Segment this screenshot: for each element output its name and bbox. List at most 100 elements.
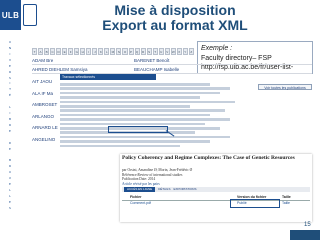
alphabet-letter[interactable]: S bbox=[146, 48, 152, 55]
vertical-text-letter: R bbox=[8, 122, 12, 127]
author-link[interactable]: ARNARD LE bbox=[32, 122, 60, 134]
highlight-box bbox=[230, 199, 280, 208]
publication-text-line bbox=[60, 122, 205, 126]
vertical-text-letter: L bbox=[9, 105, 11, 110]
record-tabs: ACCÈS EN LIGNE DÉTAILS EXPORTATIONS bbox=[122, 187, 310, 192]
record-title: Policy Coherency and Regime Complexes: T… bbox=[122, 155, 295, 161]
author-link[interactable]: ANGELINO bbox=[32, 134, 60, 146]
author-link[interactable]: ARLANGO bbox=[32, 111, 60, 123]
alphabet-letter[interactable]: O bbox=[122, 48, 128, 55]
all-publications-button[interactable]: Voir toutes les publications bbox=[258, 84, 312, 90]
footer-bar bbox=[290, 230, 320, 240]
university-vertical-text: UNIVERSITÉ LIBRE DE BRUXELLES bbox=[4, 40, 16, 210]
file-link[interactable]: Comment.pdf bbox=[130, 201, 151, 206]
alphabet-letter[interactable]: M bbox=[110, 48, 116, 55]
publication-text-line bbox=[60, 144, 180, 148]
vertical-text-letter bbox=[10, 99, 11, 103]
publication-text-line bbox=[60, 96, 200, 99]
vertical-text-letter: E bbox=[9, 63, 11, 68]
slide-title: Mise à disposition Export au format XML bbox=[60, 3, 290, 33]
alphabet-letter[interactable]: B bbox=[44, 48, 50, 55]
publication-text-line bbox=[60, 118, 230, 121]
vertical-text-letter: L bbox=[9, 188, 11, 193]
example-label: Exemple : bbox=[201, 45, 233, 52]
vertical-text-letter: I bbox=[9, 81, 11, 86]
title-line-2: Export au format XML bbox=[102, 17, 248, 33]
alphabet-letter[interactable]: C bbox=[50, 48, 56, 55]
file-table-row: Comment.pdf Publié Taille bbox=[122, 201, 310, 206]
alphabet-letter[interactable]: Z bbox=[188, 48, 194, 55]
publications-panel: Travaux sélectionnés Voir toutes les pub… bbox=[60, 74, 312, 154]
vertical-text-letter: U bbox=[8, 170, 12, 175]
alphabet-letter[interactable]: G bbox=[74, 48, 80, 55]
ulb-logo: ULB bbox=[0, 0, 21, 30]
vertical-text-letter: E bbox=[9, 146, 11, 151]
vertical-text-letter: I bbox=[9, 111, 11, 116]
alphabet-letter[interactable]: U bbox=[158, 48, 164, 55]
alphabet-letter[interactable]: E bbox=[62, 48, 68, 55]
vertical-text-letter: N bbox=[8, 45, 12, 50]
alphabet-letter[interactable]: W bbox=[170, 48, 176, 55]
alphabet-letter[interactable]: D bbox=[56, 48, 62, 55]
alphabet-letter[interactable]: J bbox=[92, 48, 98, 55]
author-link[interactable]: ADAM Bre bbox=[32, 58, 53, 63]
publication-text-line bbox=[60, 87, 230, 90]
publication-text-line bbox=[60, 91, 220, 95]
alphabet-letter[interactable]: Y bbox=[182, 48, 188, 55]
file-size: Taille bbox=[282, 201, 290, 205]
vertical-text-letter: V bbox=[8, 57, 12, 62]
publication-text-line bbox=[60, 105, 190, 108]
publication-text-line bbox=[60, 135, 230, 139]
alphabet-letter[interactable]: T bbox=[152, 48, 158, 55]
alphabet-letter[interactable]: P bbox=[128, 48, 134, 55]
record-detail: Policy Coherency and Regime Complexes: T… bbox=[120, 154, 312, 222]
alphabet-letter[interactable]: N bbox=[116, 48, 122, 55]
tab-exports[interactable]: EXPORTATIONS bbox=[173, 187, 196, 192]
vertical-text-letter: T bbox=[9, 87, 11, 92]
highlight-box bbox=[108, 126, 168, 133]
alphabet-letter[interactable]: R bbox=[140, 48, 146, 55]
vertical-text-letter: R bbox=[8, 164, 12, 169]
publication-text-line bbox=[60, 83, 210, 86]
alphabet-letter[interactable]: H bbox=[80, 48, 86, 55]
author-link[interactable]: BARENET Benoît bbox=[134, 58, 169, 63]
page-number: 15 bbox=[304, 222, 311, 228]
alphabet-letter[interactable]: F bbox=[68, 48, 74, 55]
publication-text-line bbox=[60, 100, 235, 104]
tab-details[interactable]: DÉTAILS bbox=[158, 187, 170, 192]
col-header-size: Taille bbox=[282, 195, 291, 199]
vertical-text-letter bbox=[10, 153, 11, 157]
author-link[interactable]: AMBROSET bbox=[32, 99, 60, 111]
vertical-text-letter: B bbox=[8, 116, 12, 121]
author-row: ADAM Bre BARENET Benoît bbox=[32, 57, 312, 65]
author-link[interactable]: AIT JAOU bbox=[32, 76, 60, 88]
vertical-text-letter: E bbox=[9, 128, 11, 133]
publication-text-line bbox=[60, 140, 210, 143]
vertical-text-letter: E bbox=[9, 199, 11, 204]
publications-header: Travaux sélectionnés bbox=[60, 74, 156, 80]
alphabet-letter[interactable]: V bbox=[164, 48, 170, 55]
alphabet-letter[interactable]: K bbox=[98, 48, 104, 55]
divider bbox=[32, 64, 312, 65]
alphabet-nav: TABCDEFGHIJKLMNOPQRSTUVWXYZ bbox=[32, 48, 194, 55]
author-link[interactable]: AHRED DIEHLEM Samsiya bbox=[32, 67, 88, 72]
alphabet-letter[interactable]: L bbox=[104, 48, 110, 55]
tab-online-access[interactable]: ACCÈS EN LIGNE bbox=[124, 187, 156, 192]
author-link[interactable]: BEAUCHAMP Isabelle bbox=[134, 67, 179, 72]
col-header-file: Fichier bbox=[130, 195, 142, 199]
alphabet-letter[interactable]: Q bbox=[134, 48, 140, 55]
author-link[interactable]: ALA IF Ma bbox=[32, 88, 60, 100]
vertical-text-letter: S bbox=[9, 75, 11, 80]
vertical-text-letter: X bbox=[8, 176, 12, 181]
alphabet-letter[interactable]: I bbox=[86, 48, 92, 55]
peer-review-link[interactable]: Article révisé par les pairs bbox=[122, 182, 160, 186]
vertical-text-letter: R bbox=[8, 69, 12, 74]
author-left-column: AIT JAOU ALA IF Ma AMBROSET ARLANGO ARNARD L… bbox=[32, 76, 60, 145]
vertical-text-letter: D bbox=[8, 140, 12, 145]
alphabet-letter[interactable]: T bbox=[32, 48, 38, 55]
record-peer-review: Article révisé par les pairs bbox=[122, 182, 160, 187]
alphabet-letter[interactable]: A bbox=[38, 48, 44, 55]
alphabet-letter[interactable]: X bbox=[176, 48, 182, 55]
publication-text-line bbox=[60, 109, 225, 112]
author-row: AHRED DIEHLEM Samsiya BEAUCHAMP Isabelle bbox=[32, 66, 312, 74]
